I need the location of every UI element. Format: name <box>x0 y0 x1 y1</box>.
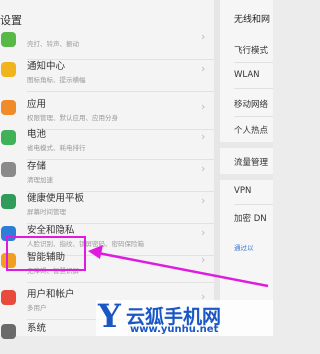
chevron-right-icon: › <box>201 30 206 43</box>
chevron-right-icon: › <box>201 194 206 207</box>
airplane-mode-item[interactable]: 飞行模式 <box>234 44 268 56</box>
apps-icon <box>1 100 16 115</box>
menu-item-title: 电池 <box>27 129 47 140</box>
settings-list-panel: 设置 壳打、铃声、振动 › 通知中心 图标角标、提示横幅 › 应用 权限管理、默… <box>0 0 214 339</box>
chevron-right-icon: › <box>201 100 206 113</box>
divider <box>234 116 273 117</box>
hotspot-item[interactable]: 个人热点 <box>234 124 268 136</box>
chevron-right-icon: › <box>201 226 206 239</box>
menu-item-subtitle: 清理加速 <box>27 176 53 184</box>
watermark: Y 云狐手机网 www.yunhu.net <box>96 297 273 336</box>
highlight-box <box>6 236 86 271</box>
wlan-item[interactable]: WLAN <box>234 70 260 80</box>
menu-item-subtitle: 图标角标、提示横幅 <box>27 76 86 84</box>
menu-item-title: 用户和帐户 <box>27 289 75 300</box>
divider <box>234 62 273 63</box>
sound-icon <box>1 32 16 47</box>
mobile-network-item[interactable]: 移动网络 <box>234 98 268 110</box>
private-dns-item[interactable]: 加密 DN <box>234 212 267 224</box>
notification-icon <box>1 62 16 77</box>
divider <box>234 204 273 205</box>
detail-panel: 无线和网 飞行模式 WLAN 移动网络 个人热点 流量管理 VPN 加密 DN … <box>220 0 273 336</box>
menu-item-subtitle: 屏幕时间管理 <box>27 208 66 216</box>
chevron-right-icon: › <box>201 130 206 143</box>
detail-title: 无线和网 <box>234 15 271 25</box>
data-usage-item[interactable]: 流量管理 <box>234 156 268 168</box>
battery-icon <box>1 130 16 145</box>
menu-item-subtitle: 省电模式、耗电排行 <box>27 144 86 152</box>
watermark-logo: Y <box>98 297 121 335</box>
chevron-right-icon: › <box>201 162 206 175</box>
vpn-item[interactable]: VPN <box>234 186 251 196</box>
section-gap <box>220 142 273 148</box>
more-settings-link[interactable]: 通过以 <box>234 242 254 252</box>
chevron-right-icon: › <box>201 62 206 75</box>
menu-item-title: 应用 <box>27 99 47 110</box>
system-icon <box>1 324 16 339</box>
chevron-right-icon: › <box>201 253 206 266</box>
section-gap <box>220 174 273 180</box>
divider <box>234 88 273 89</box>
menu-item-title: 存储 <box>27 161 47 172</box>
watermark-url: www.yunhu.net <box>130 324 219 335</box>
menu-item-title: 系统 <box>27 323 47 334</box>
menu-item-subtitle: 壳打、铃声、振动 <box>27 40 79 48</box>
menu-item-title: 健康使用平板 <box>27 193 85 204</box>
menu-item-title: 通知中心 <box>27 61 66 72</box>
menu-item-notification[interactable]: 通知中心 图标角标、提示横幅 › <box>0 52 214 92</box>
user-icon <box>1 290 16 305</box>
health-icon <box>1 194 16 209</box>
storage-icon <box>1 162 16 177</box>
menu-item-title: 安全和隐私 <box>27 225 75 236</box>
